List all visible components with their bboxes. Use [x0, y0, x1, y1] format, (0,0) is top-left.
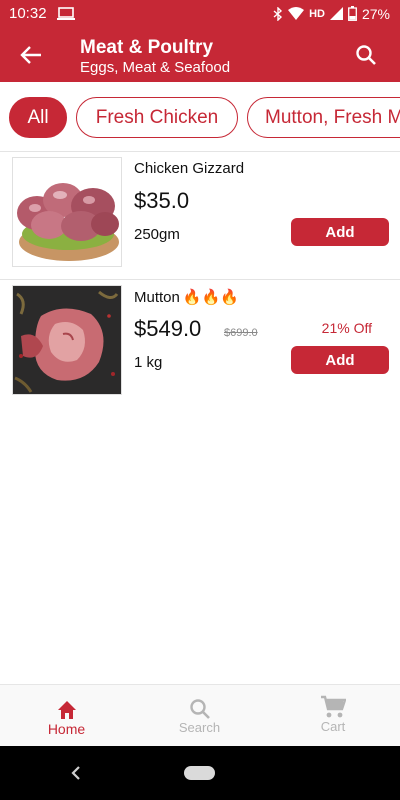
product-price: $35.0	[134, 188, 190, 213]
product-name-row: Mutton 🔥🔥🔥	[134, 288, 239, 307]
bottom-navigation: Home Search Cart	[0, 684, 400, 746]
nav-cart-label: Cart	[320, 719, 346, 734]
nav-cart[interactable]: Cart	[266, 685, 400, 747]
system-home-button[interactable]	[184, 766, 215, 780]
chevron-left-icon	[71, 766, 80, 780]
search-icon	[356, 45, 376, 65]
battery-icon	[348, 6, 357, 21]
chip-fresh-chicken[interactable]: Fresh Chicken	[76, 97, 238, 138]
product-name: Mutton	[134, 288, 180, 306]
cart-icon	[321, 695, 346, 718]
product-item[interactable]: Chicken Gizzard $35.0 250gm Add	[0, 152, 400, 280]
product-quantity: 250gm	[134, 226, 180, 243]
status-bar: 10:32 HD 27%	[0, 0, 400, 27]
nav-home[interactable]: Home	[0, 685, 133, 747]
search-icon	[189, 699, 210, 719]
page-subtitle: Eggs, Meat & Seafood	[80, 59, 231, 76]
app-bar: Meat & Poultry Eggs, Meat & Seafood	[0, 27, 400, 82]
product-price: $549.0	[134, 316, 202, 341]
product-item[interactable]: Mutton 🔥🔥🔥 $549.0 $699.0 21% Off 1 kg Ad…	[0, 280, 400, 409]
product-mrp: $699.0	[224, 327, 258, 339]
chip-mutton[interactable]: Mutton, Fresh M	[247, 97, 400, 138]
wifi-icon	[288, 7, 305, 20]
search-button[interactable]	[350, 39, 382, 71]
fire-icons: 🔥🔥🔥	[182, 289, 239, 306]
screen-cast-icon	[56, 6, 75, 21]
product-quantity: 1 kg	[134, 354, 163, 371]
category-chips: All Fresh Chicken Mutton, Fresh M	[0, 82, 400, 152]
chip-all[interactable]: All	[9, 97, 67, 138]
discount-badge: 21% Off	[321, 320, 372, 336]
bluetooth-icon	[273, 6, 283, 21]
status-time: 10:32	[9, 5, 47, 22]
nav-home-label: Home	[47, 721, 86, 737]
signal-icon	[329, 7, 343, 20]
nav-search[interactable]: Search	[133, 685, 266, 747]
page-title: Meat & Poultry	[80, 37, 214, 58]
product-name: Chicken Gizzard	[134, 160, 245, 177]
system-back-button[interactable]	[68, 763, 84, 788]
home-icon	[57, 701, 76, 719]
network-type: HD	[309, 7, 325, 20]
header-titles: Meat & Poultry Eggs, Meat & Seafood	[80, 37, 230, 77]
product-image-chicken-gizzard	[12, 157, 122, 267]
product-image-mutton	[12, 285, 122, 395]
add-button[interactable]: Add	[291, 346, 389, 374]
arrow-back-icon	[20, 46, 41, 64]
nav-search-label: Search	[178, 720, 221, 735]
system-nav-bar	[0, 746, 400, 800]
back-button[interactable]	[14, 38, 48, 72]
battery-level: 27%	[361, 5, 390, 22]
add-button[interactable]: Add	[291, 218, 389, 246]
